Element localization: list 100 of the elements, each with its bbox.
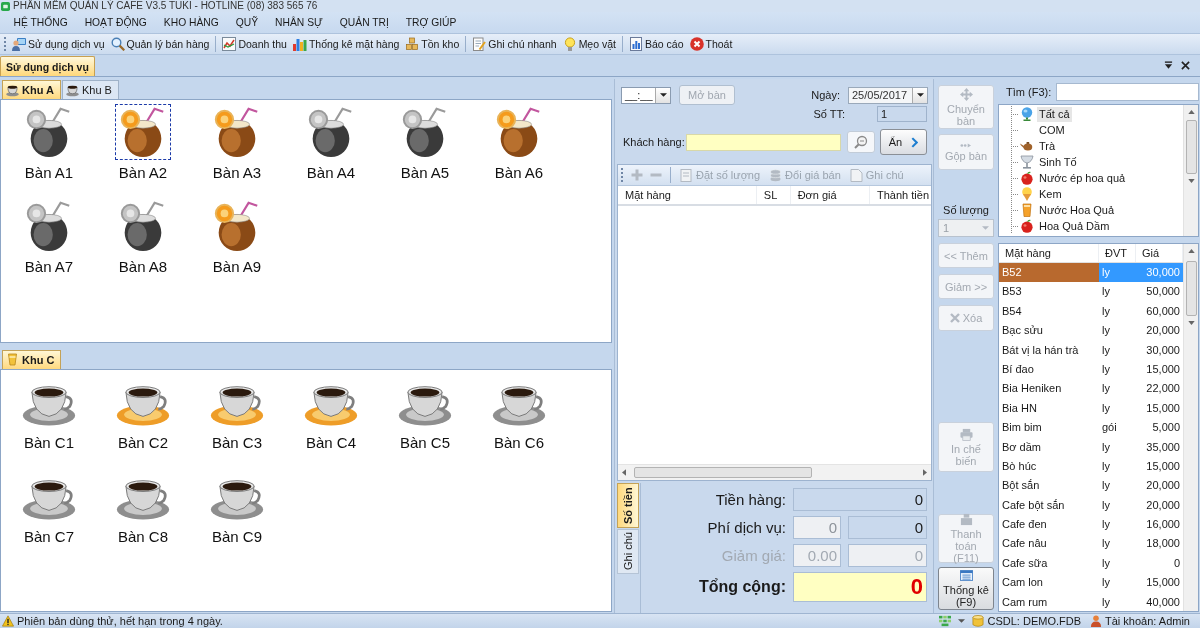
side-button[interactable]: Thống kê (F9) — [938, 567, 994, 610]
table-button[interactable]: Bàn C6 — [491, 373, 547, 451]
tree-item[interactable]: Trà — [1037, 138, 1058, 154]
tree-item[interactable]: Tất cả — [1037, 106, 1072, 122]
date-picker[interactable]: 25/05/2017 — [848, 86, 928, 104]
toolbar-button[interactable]: Doanh thu — [219, 35, 290, 53]
side-tab[interactable]: Số tiền — [617, 483, 639, 528]
table-cell[interactable]: 15,000 — [1136, 573, 1183, 593]
column-header[interactable]: Mặt hàng — [999, 244, 1099, 262]
table-cell[interactable]: Bột sắn — [999, 476, 1099, 496]
table-cell[interactable]: ly — [1099, 573, 1136, 593]
table-button[interactable]: Bàn A2 — [115, 104, 171, 181]
table-cell[interactable]: Cam lon — [999, 573, 1099, 593]
table-button[interactable]: Bàn C1 — [21, 373, 77, 451]
table-cell[interactable]: ly — [1099, 515, 1136, 535]
menu-item[interactable]: QUẢN TRỊ — [331, 14, 398, 31]
menu-item[interactable]: QUỸ — [227, 14, 267, 31]
time-dropdown[interactable]: __:__ — [621, 86, 671, 104]
table-cell[interactable]: Bia HN — [999, 398, 1099, 419]
table-cell[interactable]: ly — [1099, 592, 1136, 613]
menu-item[interactable]: HỆ THỐNG — [5, 14, 77, 31]
document-tab[interactable]: Sử dụng dịch vụ — [0, 56, 95, 76]
toolbar-button[interactable]: Quản lý bán hàng — [107, 35, 213, 53]
search-field[interactable] — [1056, 82, 1199, 101]
search-button[interactable] — [847, 131, 875, 153]
table-cell[interactable]: Cafe sữa — [999, 553, 1099, 574]
table-cell[interactable]: 60,000 — [1136, 301, 1183, 322]
total-field[interactable]: 0 — [793, 572, 927, 602]
down-arrow-icon[interactable] — [1187, 321, 1195, 325]
table-cell[interactable]: ly — [1099, 321, 1136, 341]
table-cell[interactable]: Bia Heniken — [999, 379, 1099, 399]
table-button[interactable]: Bàn C5 — [397, 373, 453, 451]
area-tab[interactable]: Khu A — [2, 80, 61, 99]
table-cell[interactable]: B52 — [999, 263, 1099, 283]
close-icon[interactable] — [1181, 61, 1190, 70]
column-header[interactable]: Mặt hàng — [618, 186, 757, 204]
table-cell[interactable]: 50,000 — [1136, 282, 1183, 302]
table-cell[interactable]: 0 — [1136, 553, 1183, 574]
scrollbar-thumb[interactable] — [1185, 120, 1197, 174]
menu-item[interactable]: KHO HÀNG — [155, 14, 228, 31]
down-arrow-icon[interactable] — [1187, 179, 1195, 183]
hide-button[interactable]: Ẩn — [880, 129, 927, 155]
toolbar-button[interactable]: Tồn kho — [402, 35, 463, 53]
right-arrow-icon[interactable] — [923, 469, 927, 476]
table-cell[interactable]: Bim bim — [999, 418, 1099, 438]
table-button[interactable]: Bàn A9 — [209, 198, 265, 275]
toolbar-button[interactable]: Báo cáo — [626, 35, 687, 53]
column-header[interactable]: SL — [756, 186, 791, 204]
table-cell[interactable]: Bạc sửu — [999, 321, 1099, 341]
table-button[interactable]: Bàn A7 — [21, 198, 77, 275]
up-arrow-icon[interactable] — [1187, 110, 1195, 114]
area-tab[interactable]: Khu B — [62, 80, 119, 99]
table-button[interactable]: Bàn C2 — [115, 373, 171, 451]
table-cell[interactable]: 35,000 — [1136, 437, 1183, 457]
tree-item[interactable]: Nước ép hoa quả — [1037, 170, 1128, 186]
tree-item[interactable]: Kem — [1037, 186, 1064, 202]
toolbar-button[interactable]: Thoát — [686, 35, 736, 53]
side-tab[interactable]: Ghi chú — [617, 529, 639, 574]
menu-item[interactable]: NHÂN SỰ — [266, 14, 332, 31]
table-cell[interactable]: 5,000 — [1136, 418, 1183, 438]
table-cell[interactable]: ly — [1099, 398, 1136, 419]
table-cell[interactable]: 20,000 — [1136, 321, 1183, 341]
table-cell[interactable]: 15,000 — [1136, 359, 1183, 380]
table-button[interactable]: Bàn A8 — [115, 198, 171, 275]
table-cell[interactable]: 30,000 — [1136, 340, 1183, 360]
table-button[interactable]: Bàn A5 — [397, 104, 453, 181]
column-header[interactable]: Thành tiền — [870, 186, 931, 204]
column-header[interactable]: Đơn giá — [790, 186, 870, 204]
table-button[interactable]: Bàn A1 — [21, 104, 77, 181]
table-cell[interactable]: Bò húc — [999, 456, 1099, 477]
toolbar-button[interactable]: Ghi chú nhanh — [469, 35, 560, 53]
vertical-scrollbar[interactable] — [1183, 244, 1198, 611]
table-cell[interactable]: ly — [1099, 456, 1136, 477]
amount-field[interactable]: 0 — [848, 516, 927, 539]
tree-item[interactable]: Nước Hoa Quả — [1037, 202, 1117, 218]
table-button[interactable]: Bàn C4 — [303, 373, 359, 451]
table-cell[interactable]: ly — [1099, 495, 1136, 516]
table-button[interactable]: Bàn C3 — [209, 373, 265, 451]
table-button[interactable]: Bàn A3 — [209, 104, 265, 181]
table-cell[interactable]: 20,000 — [1136, 495, 1183, 516]
table-cell[interactable]: ly — [1099, 534, 1136, 554]
table-cell[interactable]: ly — [1099, 437, 1136, 457]
table-cell[interactable]: Bát vị la hán trà — [999, 340, 1099, 360]
tree-item[interactable]: COM — [1037, 122, 1067, 138]
table-cell[interactable]: Cafe đen — [999, 515, 1099, 535]
table-button[interactable]: Bàn C7 — [21, 467, 77, 545]
table-button[interactable]: Bàn A4 — [303, 104, 359, 181]
amount-field[interactable]: 0 — [793, 488, 927, 511]
table-cell[interactable]: 20,000 — [1136, 476, 1183, 496]
table-cell[interactable]: ly — [1099, 359, 1136, 380]
table-cell[interactable]: Cam rum — [999, 592, 1099, 613]
horizontal-scrollbar[interactable] — [618, 464, 931, 480]
column-header[interactable]: ĐVT — [1099, 244, 1136, 262]
table-cell[interactable]: B53 — [999, 282, 1099, 302]
table-cell[interactable]: 15,000 — [1136, 456, 1183, 477]
table-cell[interactable]: ly — [1099, 553, 1136, 574]
table-cell[interactable]: 16,000 — [1136, 515, 1183, 535]
table-cell[interactable]: ly — [1099, 340, 1136, 360]
table-cell[interactable]: Bơ dầm — [999, 437, 1099, 457]
customer-field[interactable] — [686, 133, 841, 151]
